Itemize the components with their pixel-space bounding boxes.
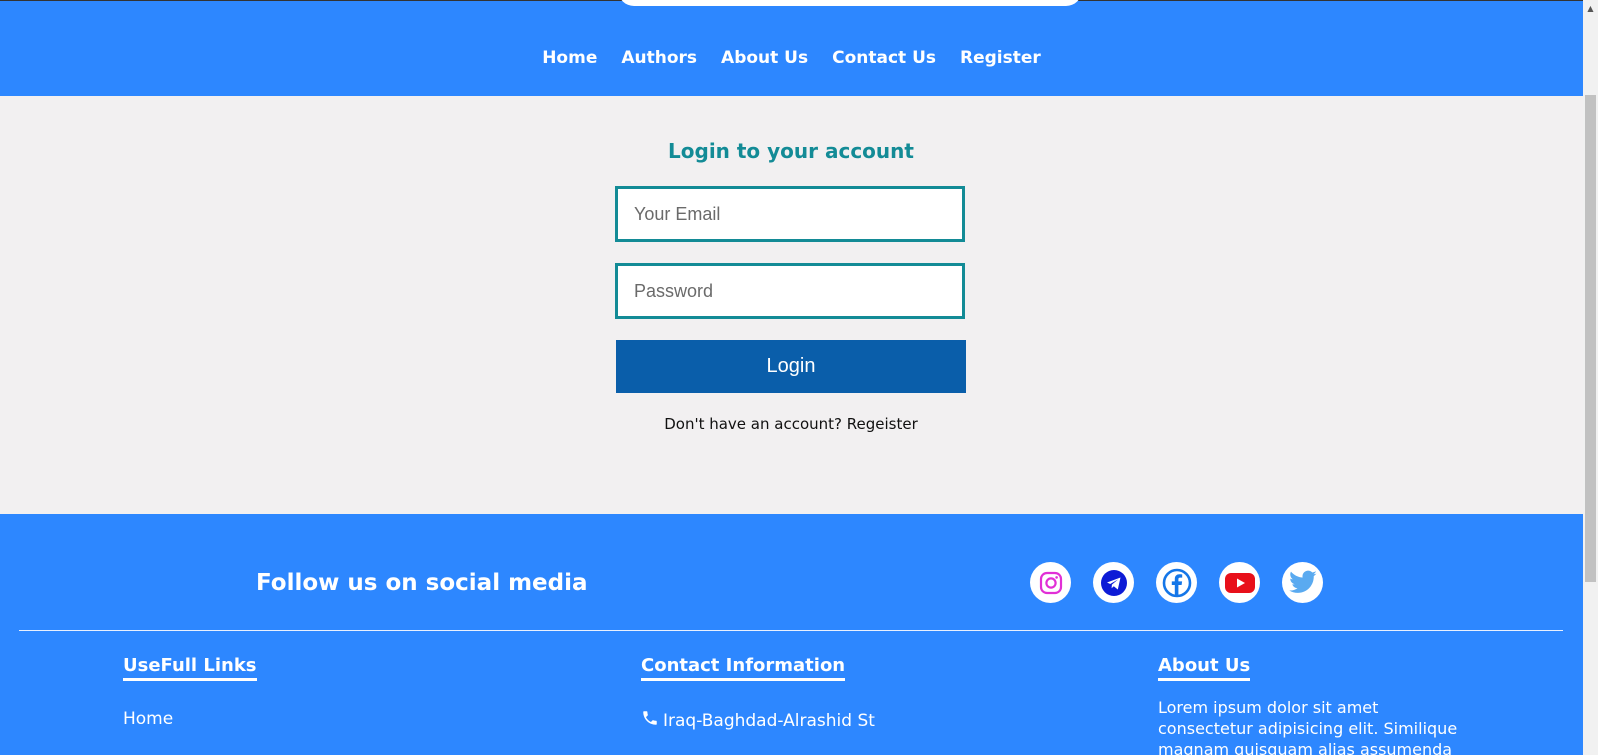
register-link[interactable]: Regeister (847, 415, 918, 433)
contact-address: Iraq-Baghdad-Alrashid St (641, 709, 875, 732)
facebook-icon[interactable] (1156, 562, 1197, 603)
scrollbar-thumb[interactable] (1585, 95, 1596, 582)
nav-authors[interactable]: Authors (621, 48, 697, 68)
site-header: Home Authors About Us Contact Us Registe… (0, 0, 1583, 96)
nav-contact-us[interactable]: Contact Us (832, 48, 936, 68)
twitter-icon[interactable] (1282, 562, 1323, 603)
follow-title: Follow us on social media (256, 570, 588, 596)
social-icons (1030, 562, 1323, 603)
page-scrollbar[interactable]: ▲ (1583, 0, 1598, 755)
login-title: Login to your account (668, 139, 914, 163)
youtube-icon[interactable] (1219, 562, 1260, 603)
email-field[interactable] (615, 186, 965, 242)
about-us-title: About Us (1158, 655, 1251, 681)
footer-divider (19, 630, 1563, 631)
contact-address-text: Iraq-Baghdad-Alrashid St (663, 710, 875, 731)
nav-register[interactable]: Register (960, 48, 1041, 68)
nav-about-us[interactable]: About Us (721, 48, 808, 68)
scroll-up-arrow-icon[interactable]: ▲ (1583, 0, 1598, 17)
search-bar[interactable] (618, 0, 1082, 6)
useful-links-title: UseFull Links (123, 655, 257, 681)
main-nav: Home Authors About Us Contact Us Registe… (0, 48, 1583, 68)
password-field[interactable] (615, 263, 965, 319)
nav-home[interactable]: Home (542, 48, 597, 68)
page: Home Authors About Us Contact Us Registe… (0, 0, 1583, 755)
footer-link-home-label[interactable]: Home (123, 709, 173, 729)
contact-info-title: Contact Information (641, 655, 846, 681)
register-prompt: Don't have an account? Regeister (616, 415, 966, 433)
telegram-icon[interactable] (1093, 562, 1134, 603)
about-us-text: Lorem ipsum dolor sit amet consectetur a… (1158, 698, 1458, 755)
login-button[interactable]: Login (616, 340, 966, 393)
register-prompt-text: Don't have an account? (664, 415, 847, 433)
site-footer: Follow us on social media UseFull Links … (0, 514, 1583, 755)
footer-link-home: Home (123, 709, 173, 729)
instagram-icon[interactable] (1030, 562, 1071, 603)
phone-icon (641, 709, 659, 732)
